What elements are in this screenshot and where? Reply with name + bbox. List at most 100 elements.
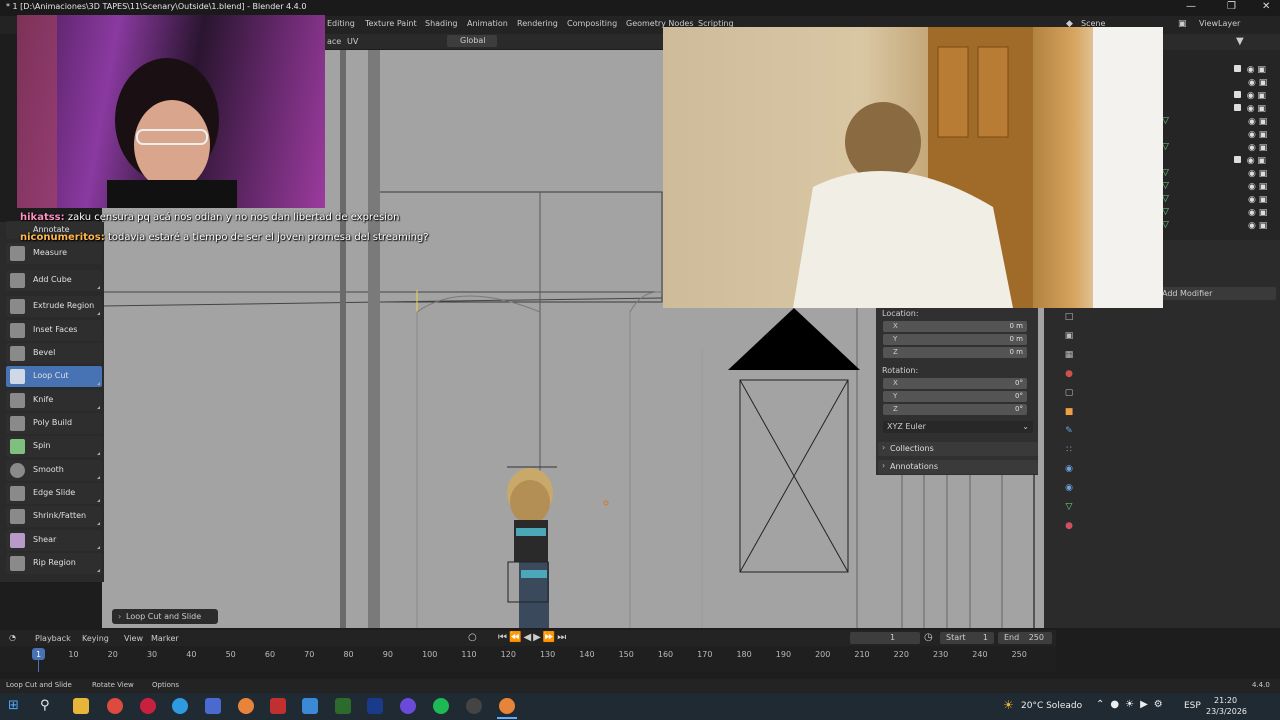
tool-add-cube[interactable]: Add Cube — [6, 270, 102, 291]
tool-spin[interactable]: Spin — [6, 436, 102, 457]
data-tab-icon[interactable]: ▽ — [1062, 498, 1076, 517]
outliner-row[interactable]: ◉ ▣ — [1248, 117, 1267, 127]
uv-menu[interactable]: UV — [347, 37, 358, 46]
outliner-row[interactable]: ◉ ▣ — [1248, 78, 1267, 88]
tool-inset-faces[interactable]: Inset Faces — [6, 320, 102, 341]
constraints-tab-icon[interactable]: ◉ — [1062, 479, 1076, 498]
maximize-button[interactable]: ❐ — [1227, 1, 1236, 12]
properties-tabs[interactable]: □ ▣ ▦ ● ▢ ■ ✎ ∷ ◉ ◉ ▽ ● — [1062, 308, 1076, 538]
start-frame-field[interactable]: Start 1 — [940, 632, 994, 644]
outliner-row[interactable]: ◉ ▣ — [1248, 195, 1267, 205]
tab-compositing[interactable]: Compositing — [567, 19, 617, 28]
tool-smooth[interactable]: Smooth — [6, 460, 102, 481]
search-icon[interactable]: ⚲ — [40, 698, 50, 713]
output-tab-icon[interactable]: ▦ — [1062, 346, 1076, 365]
tab-texture-paint[interactable]: Texture Paint — [365, 19, 417, 28]
vscode-icon[interactable] — [367, 698, 383, 714]
language-indicator[interactable]: ESP — [1184, 701, 1201, 711]
minimize-button[interactable]: — — [1186, 1, 1196, 12]
object-tab-icon[interactable]: ■ — [1062, 403, 1076, 422]
location-z-field[interactable]: Z 0 m — [883, 347, 1027, 358]
tool-shrink-fatten[interactable]: Shrink/Fatten — [6, 506, 102, 527]
current-frame-value: 1 — [890, 633, 896, 642]
tab-animation[interactable]: Animation — [467, 19, 508, 28]
tool-tab-icon[interactable]: □ — [1062, 308, 1076, 327]
tool-rip-region[interactable]: Rip Region — [6, 553, 102, 574]
record-icon[interactable]: ○ — [468, 632, 477, 643]
tab-rendering[interactable]: Rendering — [517, 19, 558, 28]
outliner-row[interactable]: ◉ ▣ — [1234, 65, 1266, 75]
orientation-dropdown[interactable]: Global — [447, 35, 497, 47]
windows-start-icon[interactable]: ⊞ — [8, 698, 19, 713]
location-x-field[interactable]: X 0 m — [883, 321, 1027, 332]
material-tab-icon[interactable]: ● — [1062, 517, 1076, 536]
tool-bevel[interactable]: Bevel — [6, 343, 102, 364]
outliner-row[interactable]: ◉ ▣ — [1248, 208, 1267, 218]
operator-panel[interactable]: › Loop Cut and Slide — [112, 609, 218, 624]
location-y-field[interactable]: Y 0 m — [883, 334, 1027, 345]
chrome-icon[interactable] — [107, 698, 123, 714]
add-modifier-button[interactable]: Add Modifier — [1160, 287, 1276, 300]
view-menu[interactable]: View — [124, 634, 143, 643]
spotify-icon[interactable] — [433, 698, 449, 714]
tool-loop-cut[interactable]: Loop Cut — [6, 366, 102, 387]
editor-type-icon[interactable]: ◔ — [9, 633, 16, 642]
rotation-x-field[interactable]: X 0° — [883, 378, 1027, 389]
current-frame-field[interactable]: 1 — [850, 632, 920, 644]
clock-time[interactable]: 21:20 — [1214, 696, 1237, 705]
tool-shear[interactable]: Shear — [6, 530, 102, 551]
collections-panel-header[interactable]: › Collections — [878, 442, 1038, 456]
tray-icons[interactable]: ⌃●☀▶⚙ — [1096, 699, 1169, 710]
pycharm-icon[interactable] — [335, 698, 351, 714]
tool-knife[interactable]: Knife — [6, 390, 102, 411]
obs-icon[interactable] — [466, 698, 482, 714]
edge-icon[interactable] — [172, 698, 188, 714]
filter-icon[interactable]: ▼ — [1236, 36, 1244, 47]
outliner-row[interactable]: ◉ ▣ — [1248, 169, 1267, 179]
face-menu[interactable]: ace — [327, 37, 341, 46]
tool-extrude-region[interactable]: Extrude Region — [6, 296, 102, 317]
outliner-row[interactable]: ◉ ▣ — [1248, 182, 1267, 192]
app-icon[interactable] — [205, 698, 221, 714]
render-tab-icon[interactable]: ▣ — [1062, 327, 1076, 346]
annotations-panel-header[interactable]: › Annotations — [878, 460, 1038, 474]
opera-icon[interactable] — [140, 698, 156, 714]
chevron-right-icon: › — [882, 443, 886, 452]
outliner-row[interactable]: ◉ ▣ — [1248, 143, 1267, 153]
tool-poly-build[interactable]: Poly Build — [6, 413, 102, 434]
playback-controls[interactable]: ⏮⏪◀▶⏩⏭ — [498, 632, 568, 643]
tab-editing[interactable]: Editing — [327, 19, 355, 28]
discord-icon[interactable] — [400, 698, 416, 714]
playback-menu[interactable]: Playback — [35, 634, 71, 643]
tool-edge-slide[interactable]: Edge Slide — [6, 483, 102, 504]
outliner-row[interactable]: ◉ ▣ — [1248, 221, 1267, 231]
particles-tab-icon[interactable]: ∷ — [1062, 441, 1076, 460]
rotation-mode-dropdown[interactable]: XYZ Euler ⌄ — [883, 421, 1033, 433]
close-button[interactable]: ✕ — [1262, 1, 1270, 12]
viewlayer-selector[interactable]: ViewLayer — [1199, 19, 1240, 28]
physics-tab-icon[interactable]: ◉ — [1062, 460, 1076, 479]
collection-tab-icon[interactable]: ▢ — [1062, 384, 1076, 403]
file-explorer-icon[interactable] — [73, 698, 89, 714]
rotation-z-field[interactable]: Z 0° — [883, 404, 1027, 415]
outliner-row[interactable]: ◉ ▣ — [1234, 91, 1266, 101]
modifier-tab-icon[interactable]: ✎ — [1062, 422, 1076, 441]
outliner-row[interactable]: ◉ ▣ — [1248, 130, 1267, 140]
blender-icon[interactable] — [499, 698, 515, 714]
tab-shading[interactable]: Shading — [425, 19, 458, 28]
blender-launcher-icon[interactable] — [238, 698, 254, 714]
weather-text[interactable]: 20°C Soleado — [1021, 701, 1082, 711]
marker-menu[interactable]: Marker — [151, 634, 179, 643]
extrude-icon — [10, 299, 25, 314]
world-tab-icon[interactable]: ● — [1062, 365, 1076, 384]
rotation-y-field[interactable]: Y 0° — [883, 391, 1027, 402]
chat-username: hikatss: — [20, 212, 65, 223]
tool-measure[interactable]: Measure — [6, 243, 102, 264]
clock-date[interactable]: 23/3/2026 — [1206, 707, 1247, 716]
end-frame-field[interactable]: End 250 — [998, 632, 1052, 644]
outliner-row[interactable]: ◉ ▣ — [1234, 104, 1266, 114]
video-app-icon[interactable] — [270, 698, 286, 714]
outliner-row[interactable]: ◉ ▣ — [1234, 156, 1266, 166]
photos-icon[interactable] — [302, 698, 318, 714]
keying-menu[interactable]: Keying — [82, 634, 109, 643]
